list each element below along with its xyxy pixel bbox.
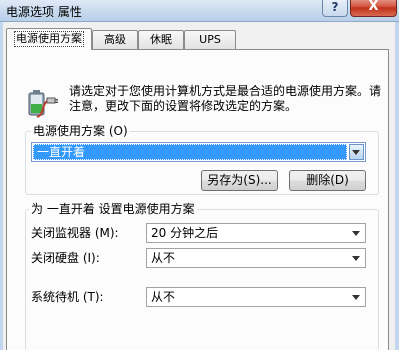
harddisk-off-select[interactable]: 从不	[146, 248, 366, 268]
chevron-down-icon	[352, 295, 360, 300]
intro-text: 请选定对于您使用计算机方式是最合适的电源使用方案。请注意，更改下面的设置将修改选…	[69, 84, 382, 113]
tab-label: 休眠	[150, 33, 172, 46]
window-title: 电源选项 属性	[6, 5, 82, 19]
tab-hibernate[interactable]: 休眠	[138, 30, 184, 49]
tab-label: 电源使用方案	[14, 31, 84, 47]
chevron-down-icon	[352, 150, 360, 155]
help-button[interactable]: ?	[322, 0, 348, 17]
power-scheme-group-label: 电源使用方案 (O)	[31, 124, 130, 138]
harddisk-off-label: 关闭硬盘 (I):	[31, 251, 100, 265]
power-scheme-icon	[28, 90, 58, 118]
tab-ups[interactable]: UPS	[184, 30, 236, 49]
dialog-body: 电源使用方案 高级 休眠 UPS 请选定对于您使用计算机方式是最合适的电源使用方…	[3, 22, 395, 350]
tab-advanced[interactable]: 高级	[92, 30, 138, 49]
standby-label: 系统待机 (T):	[31, 290, 104, 304]
tab-label: UPS	[199, 33, 221, 46]
standby-value: 从不	[151, 290, 176, 304]
chevron-down-icon	[352, 231, 360, 236]
harddisk-off-value: 从不	[151, 251, 176, 265]
delete-button[interactable]: 删除(D)	[289, 170, 366, 191]
power-scheme-select[interactable]: 一直开着	[31, 142, 366, 162]
window-frame-right	[395, 22, 399, 350]
save-as-button[interactable]: 另存为(S)...	[201, 170, 278, 191]
chevron-down-icon	[352, 256, 360, 261]
tab-power-schemes[interactable]: 电源使用方案	[6, 28, 92, 50]
monitor-off-select[interactable]: 20 分钟之后	[146, 223, 366, 243]
dropdown-button[interactable]	[349, 144, 364, 160]
power-scheme-value: 一直开着	[37, 145, 86, 159]
monitor-off-value: 20 分钟之后	[151, 226, 219, 240]
standby-select[interactable]: 从不	[146, 287, 366, 307]
tab-label: 高级	[104, 33, 126, 46]
monitor-off-label: 关闭监视器 (M):	[31, 226, 119, 240]
tab-panel: 请选定对于您使用计算机方式是最合适的电源使用方案。请注意，更改下面的设置将修改选…	[6, 49, 389, 350]
close-button[interactable]: X	[350, 0, 397, 17]
scheme-settings-group-label: 为 一直开着 设置电源使用方案	[29, 202, 197, 216]
